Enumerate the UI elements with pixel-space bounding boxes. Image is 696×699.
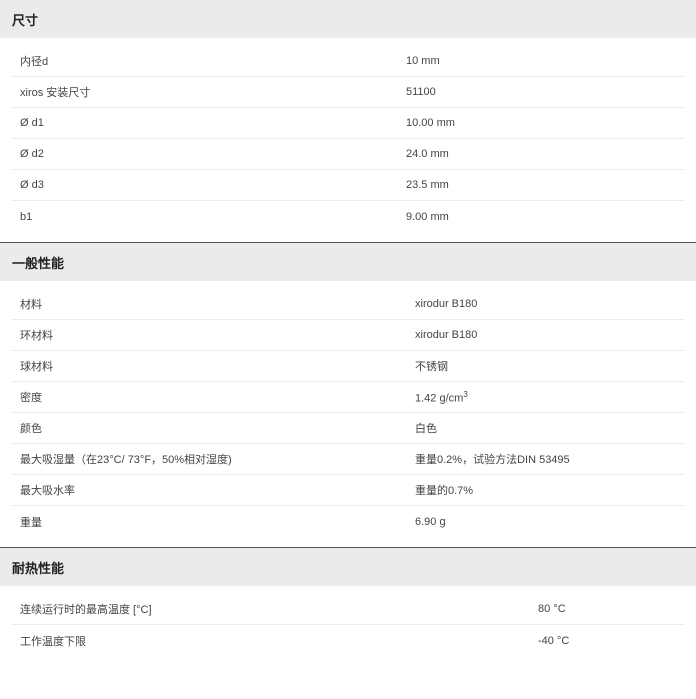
spec-table: 连续运行时的最高温度 [°C] 80 °C 工作温度下限 -40 °C [12, 586, 684, 656]
section-title: 尺寸 [0, 0, 696, 38]
spec-row: Ø d2 24.0 mm [12, 139, 684, 170]
spec-label: 最大吸水率 [20, 485, 75, 497]
section-title: 耐热性能 [0, 548, 696, 586]
spec-row: Ø d3 23.5 mm [12, 170, 684, 201]
section-dimensions: 尺寸 内径d 10 mm xiros 安装尺寸 51100 Ø d1 10.00… [0, 0, 696, 242]
spec-value: 重量的0.7% [415, 485, 474, 497]
spec-row: 工作温度下限 -40 °C [12, 625, 684, 656]
spec-label: xiros 安装尺寸 [20, 87, 91, 99]
section-title: 一般性能 [0, 243, 696, 281]
spec-row: 内径d 10 mm [12, 46, 684, 77]
spec-label: 材料 [20, 299, 42, 311]
spec-label: 最大吸湿量（在23°C/ 73°F，50%相对湿度) [20, 454, 232, 466]
spec-label: 重量 [20, 516, 42, 529]
spec-label: 颜色 [20, 423, 42, 435]
spec-value: 23.5 mm [406, 179, 449, 191]
spec-row: 最大吸水率 重量的0.7% [12, 475, 684, 506]
spec-value: 不锈钢 [415, 361, 448, 373]
spec-row: 颜色 白色 [12, 413, 684, 444]
spec-value: 6.90 g [415, 515, 446, 528]
spec-value: xirodur B180 [415, 298, 478, 310]
spec-label: 球材料 [20, 361, 53, 373]
spec-value: 9.00 mm [406, 210, 449, 223]
spec-label: Ø d1 [20, 117, 44, 129]
spec-label: 工作温度下限 [20, 635, 86, 648]
spec-label: Ø d2 [20, 148, 44, 160]
spec-value: 24.0 mm [406, 148, 449, 160]
spec-label: 环材料 [20, 330, 53, 342]
spec-label: 密度 [20, 392, 42, 404]
spec-row: b1 9.00 mm [12, 201, 684, 232]
spec-value: 80 °C [538, 603, 566, 615]
spec-table: 内径d 10 mm xiros 安装尺寸 51100 Ø d1 10.00 mm… [12, 38, 684, 242]
spec-row: 连续运行时的最高温度 [°C] 80 °C [12, 594, 684, 625]
spec-row: xiros 安装尺寸 51100 [12, 77, 684, 108]
spec-value: 51100 [406, 86, 436, 98]
spec-value: 重量0.2%，试验方法DIN 53495 [415, 454, 570, 466]
spec-label: 内径d [20, 56, 49, 68]
spec-label: Ø d3 [20, 179, 44, 191]
spec-label: 连续运行时的最高温度 [°C] [20, 604, 152, 616]
spec-label: b1 [20, 210, 33, 223]
density-unit-exponent: 3 [463, 389, 468, 399]
section-thermal-properties: 耐热性能 连续运行时的最高温度 [°C] 80 °C 工作温度下限 -40 °C [0, 548, 696, 656]
spec-value: 1.42 g/cm3 [415, 390, 468, 405]
spec-row: 最大吸湿量（在23°C/ 73°F，50%相对湿度) 重量0.2%，试验方法DI… [12, 444, 684, 475]
spec-row: Ø d1 10.00 mm [12, 108, 684, 139]
spec-value: -40 °C [538, 634, 570, 647]
spec-row: 环材料 xirodur B180 [12, 320, 684, 351]
density-value: 1.42 g/cm [415, 392, 464, 405]
spec-table: 材料 xirodur B180 环材料 xirodur B180 球材料 不锈钢… [12, 281, 684, 547]
spec-row: 球材料 不锈钢 [12, 351, 684, 382]
spec-row: 重量 6.90 g [12, 506, 684, 537]
spec-value: 10.00 mm [406, 117, 455, 129]
spec-value: 10 mm [406, 55, 440, 67]
spec-row: 材料 xirodur B180 [12, 289, 684, 320]
spec-value: 白色 [415, 423, 437, 435]
spec-value: xirodur B180 [415, 329, 478, 341]
spec-row: 密度 1.42 g/cm3 [12, 382, 684, 413]
section-general-properties: 一般性能 材料 xirodur B180 环材料 xirodur B180 球材… [0, 243, 696, 547]
